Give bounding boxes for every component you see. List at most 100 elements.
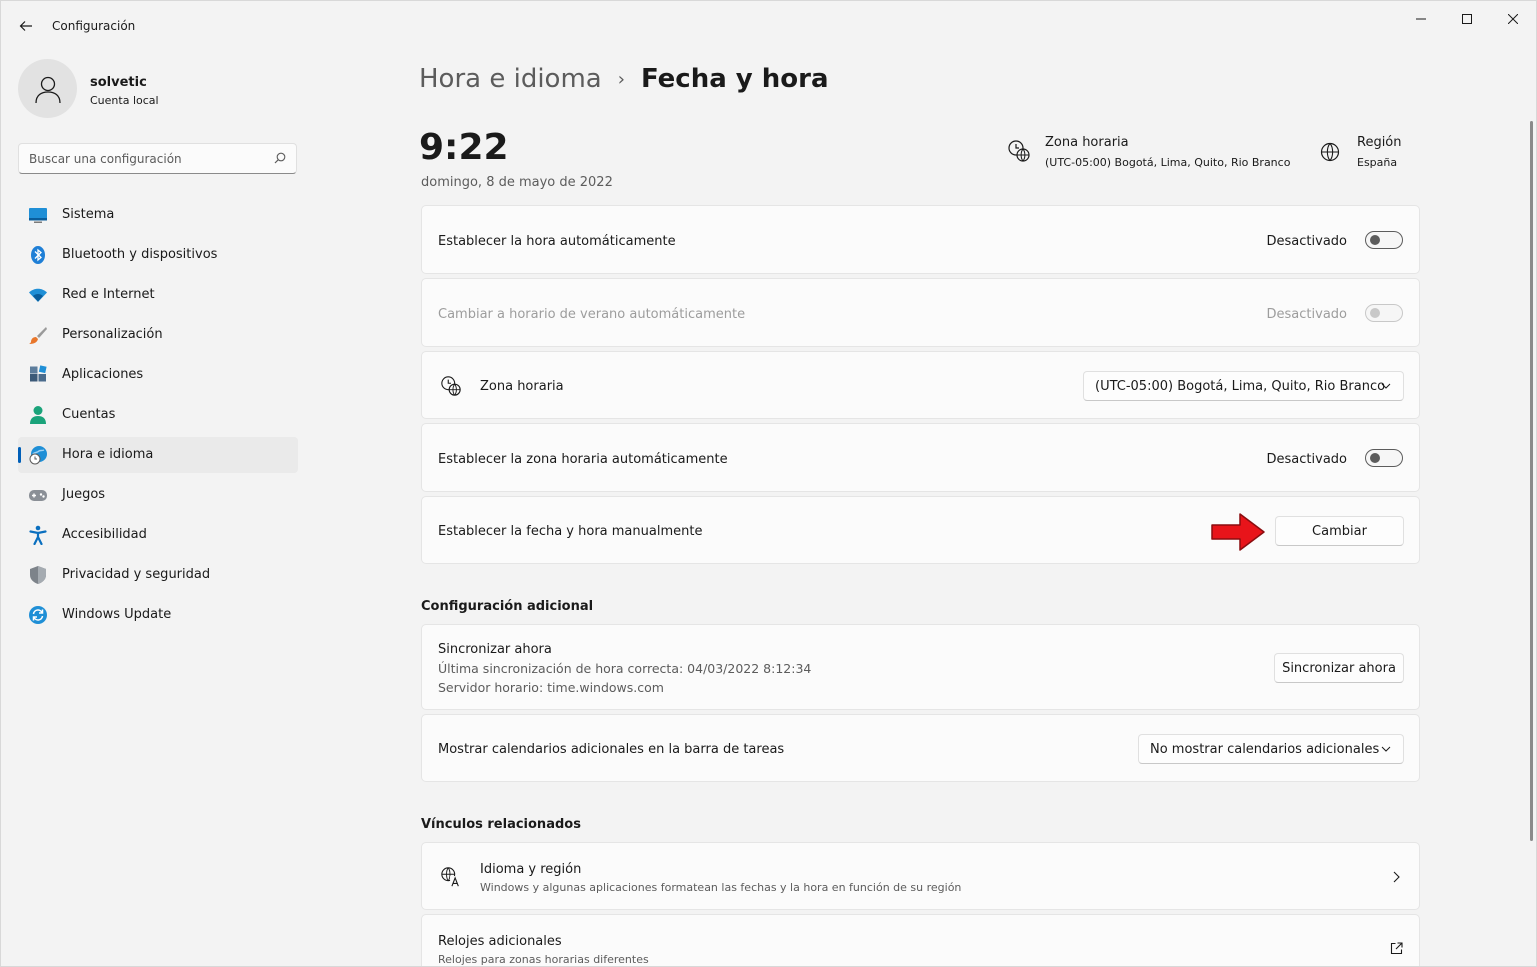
toggle-state-text: Desactivado	[1266, 234, 1347, 249]
avatar	[18, 59, 77, 118]
timezone-dropdown[interactable]: (UTC-05:00) Bogotá, Lima, Quito, Rio Bra…	[1083, 371, 1404, 401]
link-subtitle: Relojes para zonas horarias diferentes	[438, 953, 649, 966]
search-icon	[274, 152, 286, 164]
title-bar: Configuración	[1, 1, 1536, 49]
sidebar-item-label: Windows Update	[62, 607, 172, 622]
gamepad-icon	[29, 490, 47, 501]
user-name: solvetic	[90, 75, 147, 90]
breadcrumb: Hora e idioma › Fecha y hora	[419, 59, 829, 99]
breadcrumb-separator: ›	[617, 68, 625, 90]
sidebar-item-windows-update[interactable]: Windows Update	[18, 597, 298, 633]
current-date: domingo, 8 de mayo de 2022	[421, 175, 613, 190]
shield-icon	[30, 566, 46, 584]
sync-now-button[interactable]: Sincronizar ahora	[1274, 653, 1404, 683]
setting-calendars: Mostrar calendarios adicionales en la ba…	[421, 714, 1420, 782]
sidebar-item-label: Hora e idioma	[62, 447, 154, 462]
link-additional-clocks[interactable]: Relojes adicionales Relojes para zonas h…	[421, 914, 1420, 966]
system-icon	[29, 208, 47, 223]
back-button[interactable]	[13, 13, 39, 39]
back-arrow-icon	[19, 21, 32, 31]
close-button[interactable]	[1490, 7, 1536, 31]
link-title: Idioma y región	[480, 862, 582, 877]
region-summary-value: España	[1357, 156, 1398, 169]
sidebar-item-bluetooth[interactable]: Bluetooth y dispositivos	[18, 237, 298, 273]
maximize-button[interactable]	[1444, 7, 1490, 31]
section-title-related: Vínculos relacionados	[421, 817, 581, 832]
auto-time-toggle[interactable]	[1365, 231, 1403, 249]
sidebar-item-label: Sistema	[62, 207, 115, 222]
sidebar-item-personalizacion[interactable]: Personalización	[18, 317, 298, 353]
dropdown-value: No mostrar calendarios adicionales	[1150, 742, 1380, 757]
sidebar-item-cuentas[interactable]: Cuentas	[18, 397, 298, 433]
user-icon	[34, 76, 61, 103]
sidebar-item-sistema[interactable]: Sistema	[18, 197, 298, 233]
wifi-icon	[29, 288, 47, 302]
sidebar-nav: Sistema Bluetooth y dispositivos Red e I…	[18, 197, 298, 637]
setting-label: Establecer la fecha y hora manualmente	[438, 524, 703, 539]
dropdown-value: (UTC-05:00) Bogotá, Lima, Quito, Rio Bra…	[1095, 379, 1386, 394]
setting-label: Establecer la hora automáticamente	[438, 234, 676, 249]
chevron-down-icon	[1381, 383, 1391, 389]
brush-icon	[29, 327, 47, 344]
sidebar-item-label: Red e Internet	[62, 287, 155, 302]
timezone-summary-value: (UTC-05:00) Bogotá, Lima, Quito, Rio Bra…	[1045, 156, 1291, 169]
setting-label: Zona horaria	[480, 379, 564, 394]
settings-window: Configuración solvetic Cuenta local Sist…	[0, 0, 1537, 967]
external-link-icon	[1390, 942, 1403, 955]
accessibility-icon	[29, 525, 47, 545]
section-title-additional: Configuración adicional	[421, 599, 594, 614]
link-subtitle: Windows y algunas aplicaciones formatean…	[480, 881, 962, 894]
sidebar-item-juegos[interactable]: Juegos	[18, 477, 298, 513]
setting-dst: Cambiar a horario de verano automáticame…	[421, 278, 1420, 347]
dst-toggle	[1365, 304, 1403, 322]
sidebar-item-hora-idioma[interactable]: Hora e idioma	[18, 437, 298, 473]
sidebar-item-label: Cuentas	[62, 407, 116, 422]
breadcrumb-parent[interactable]: Hora e idioma	[419, 64, 602, 94]
globe-clock-icon	[1008, 140, 1030, 162]
sidebar-item-label: Juegos	[62, 487, 106, 502]
page-title: Fecha y hora	[640, 64, 829, 94]
current-time: 9:22	[419, 127, 509, 168]
region-summary-title: Región	[1357, 135, 1402, 150]
time-language-icon	[29, 446, 47, 465]
search-box[interactable]	[18, 143, 297, 174]
app-title: Configuración	[52, 19, 136, 33]
account-icon	[30, 406, 46, 424]
search-input[interactable]	[29, 150, 269, 168]
last-sync-text: Última sincronización de hora correcta: …	[438, 661, 812, 676]
timezone-summary-title: Zona horaria	[1045, 135, 1129, 150]
sidebar-item-label: Accesibilidad	[62, 527, 147, 542]
sidebar-item-accesibilidad[interactable]: Accesibilidad	[18, 517, 298, 553]
toggle-state-text: Desactivado	[1266, 452, 1347, 467]
minimize-icon	[1416, 18, 1426, 20]
scrollbar[interactable]	[1530, 121, 1533, 841]
globe-icon	[1320, 142, 1340, 162]
auto-timezone-toggle[interactable]	[1365, 449, 1403, 467]
update-icon	[29, 606, 47, 624]
chevron-down-icon	[1381, 746, 1391, 752]
setting-manual-datetime: Establecer la fecha y hora manualmente C…	[421, 496, 1420, 564]
setting-label: Establecer la zona horaria automáticamen…	[438, 452, 728, 467]
account-type: Cuenta local	[90, 94, 159, 107]
setting-timezone: Zona horaria (UTC-05:00) Bogotá, Lima, Q…	[421, 351, 1420, 419]
sidebar-item-label: Aplicaciones	[62, 367, 144, 382]
setting-label: Cambiar a horario de verano automáticame…	[438, 307, 746, 322]
setting-label: Mostrar calendarios adicionales en la ba…	[438, 742, 785, 757]
user-profile[interactable]: solvetic Cuenta local	[18, 59, 318, 119]
sidebar-item-privacidad[interactable]: Privacidad y seguridad	[18, 557, 298, 593]
sidebar-item-red[interactable]: Red e Internet	[18, 277, 298, 313]
chevron-right-icon	[1393, 871, 1400, 883]
change-datetime-button[interactable]: Cambiar	[1275, 516, 1404, 546]
time-server-text: Servidor horario: time.windows.com	[438, 680, 664, 695]
calendars-dropdown[interactable]: No mostrar calendarios adicionales	[1138, 734, 1404, 764]
sidebar-item-aplicaciones[interactable]: Aplicaciones	[18, 357, 298, 393]
setting-auto-timezone: Establecer la zona horaria automáticamen…	[421, 423, 1420, 492]
annotation-arrow-icon	[1211, 513, 1265, 551]
setting-auto-time: Establecer la hora automáticamente Desac…	[421, 205, 1420, 274]
setting-sync: Sincronizar ahora Última sincronización …	[421, 624, 1420, 710]
link-language-region[interactable]: Idioma y región Windows y algunas aplica…	[421, 842, 1420, 910]
sidebar-item-label: Personalización	[62, 327, 163, 342]
link-title: Relojes adicionales	[438, 934, 562, 949]
minimize-button[interactable]	[1398, 7, 1444, 31]
globe-clock-icon	[441, 376, 461, 396]
